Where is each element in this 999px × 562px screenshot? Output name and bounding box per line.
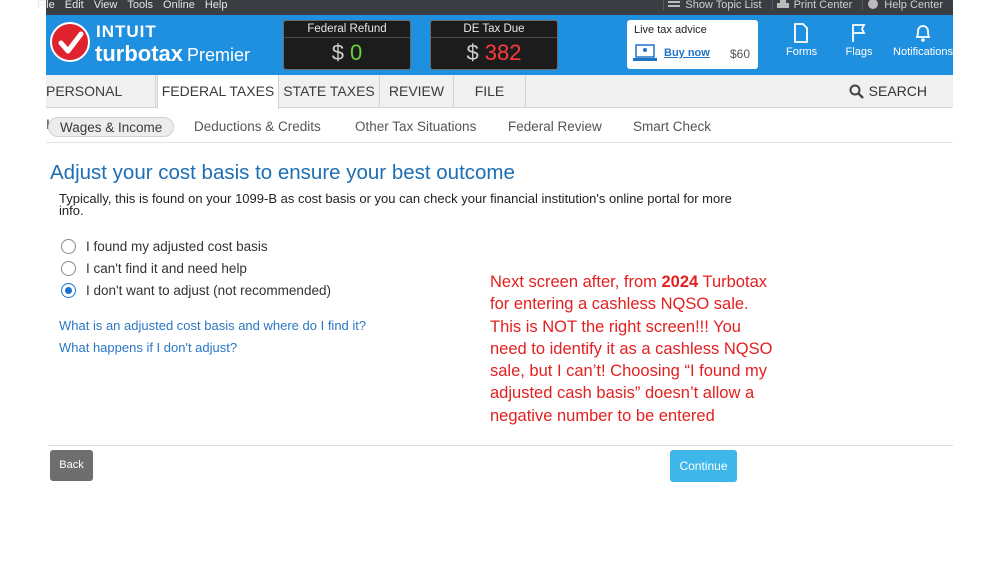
advice-price: $60 <box>729 47 750 61</box>
state-currency: $ <box>466 40 479 65</box>
turbotax-name: turbotax <box>95 41 183 66</box>
tab-file[interactable]: FILE <box>454 75 526 108</box>
federal-refund-meter[interactable]: Federal Refund $0 <box>283 20 411 70</box>
help-center-button[interactable]: Help Center <box>862 0 953 11</box>
main-nav: PERSONAL INFO FEDERAL TAXES STATE TAXES … <box>46 75 953 132</box>
laptop-icon <box>633 44 657 61</box>
link-what-happens[interactable]: What happens if I don't adjust? <box>59 340 237 355</box>
menu-file[interactable]: File <box>37 0 55 11</box>
menu-view[interactable]: View <box>94 0 118 11</box>
option-dont-adjust-label: I don't want to adjust (not recommended) <box>86 283 331 298</box>
option-dont-adjust[interactable]: I don't want to adjust (not recommended) <box>61 283 331 298</box>
printer-icon <box>776 0 789 8</box>
menu-edit[interactable]: Edit <box>65 0 84 11</box>
option-cant-find-label: I can't find it and need help <box>86 261 247 276</box>
annotation-text: Turbotax for entering a cashless NQSO sa… <box>490 273 773 425</box>
link-what-is-adjusted-basis[interactable]: What is an adjusted cost basis and where… <box>59 318 366 333</box>
bell-icon <box>915 25 931 42</box>
menu-tools[interactable]: Tools <box>127 0 153 11</box>
back-button[interactable]: Back <box>50 450 93 481</box>
subtab-wages-income[interactable]: Wages & Income <box>48 117 175 137</box>
forms-button[interactable]: Forms <box>786 23 818 58</box>
option-found-basis[interactable]: I found my adjusted cost basis <box>61 239 268 254</box>
page-title: Adjust your cost basis to ensure your be… <box>50 161 515 184</box>
notifications-label: Notifications <box>893 46 953 58</box>
subtab-other-tax-situations[interactable]: Other Tax Situations <box>355 117 476 137</box>
option-found-basis-label: I found my adjusted cost basis <box>86 239 268 254</box>
toolbar-links: Show Topic List Print Center Help Center <box>663 0 953 11</box>
buy-now-link[interactable]: Buy now <box>664 47 710 59</box>
footer-divider <box>48 445 953 446</box>
user-annotation: Next screen after, from 2024 Turbotax fo… <box>490 271 780 427</box>
flags-button[interactable]: Flags <box>844 23 874 58</box>
app-header: INTUIT turbotax Premier Federal Refund $0… <box>46 15 953 75</box>
flags-label: Flags <box>845 46 873 58</box>
checkmark-icon <box>58 31 84 54</box>
tab-personal-info[interactable]: PERSONAL INFO <box>46 75 156 132</box>
state-tax-due-value: 382 <box>484 40 522 65</box>
print-center-label: Print Center <box>793 0 853 11</box>
show-topic-list-button[interactable]: Show Topic List <box>663 0 771 11</box>
search-label: SEARCH <box>868 83 927 99</box>
federal-refund-amount: $0 <box>284 38 410 68</box>
live-tax-advice-panel: Live tax advice Buy now $60 <box>627 20 758 69</box>
live-tax-advice-title: Live tax advice <box>634 24 707 36</box>
print-center-button[interactable]: Print Center <box>771 0 863 11</box>
intuit-wordmark: INTUIT <box>96 22 157 41</box>
federal-refund-value: 0 <box>350 40 363 65</box>
menu-bar: File Edit View Tools Online Help Show To… <box>37 0 953 15</box>
subtab-federal-review[interactable]: Federal Review <box>508 117 602 137</box>
help-icon <box>868 0 879 9</box>
federal-currency: $ <box>331 40 344 65</box>
annotation-year: 2024 <box>661 273 699 291</box>
menu-online[interactable]: Online <box>163 0 195 11</box>
radio-dont-adjust[interactable] <box>61 283 76 298</box>
edition-name: Premier <box>187 45 251 65</box>
show-topic-list-label: Show Topic List <box>685 0 762 11</box>
state-tax-due-amount: $382 <box>431 38 557 68</box>
annotation-prefix: Next screen after, from <box>490 273 662 291</box>
turbotax-logo <box>50 22 90 62</box>
radio-found-basis[interactable] <box>61 239 76 254</box>
state-tax-due-meter[interactable]: DE Tax Due $382 <box>430 20 558 70</box>
search-button[interactable]: SEARCH <box>849 75 927 108</box>
subtab-deductions-credits[interactable]: Deductions & Credits <box>194 117 321 137</box>
forms-label: Forms <box>786 46 818 58</box>
federal-refund-label: Federal Refund <box>284 21 410 38</box>
list-icon <box>668 1 681 7</box>
continue-button[interactable]: Continue <box>670 450 737 482</box>
document-icon <box>794 23 808 43</box>
help-center-label: Help Center <box>884 0 943 11</box>
page-description: Typically, this is found on your 1099-B … <box>59 191 732 218</box>
radio-cant-find[interactable] <box>61 261 76 276</box>
sub-nav: Wages & Income Deductions & Credits Othe… <box>46 109 953 143</box>
tab-state-taxes[interactable]: STATE TAXES <box>279 75 380 108</box>
search-icon <box>849 84 864 99</box>
menu-help[interactable]: Help <box>205 0 228 11</box>
app-menu: File Edit View Tools Online Help <box>37 0 228 11</box>
option-cant-find[interactable]: I can't find it and need help <box>61 261 247 276</box>
flag-icon <box>852 24 866 42</box>
notifications-button[interactable]: Notifications <box>891 23 955 58</box>
tab-federal-taxes[interactable]: FEDERAL TAXES <box>157 75 279 109</box>
tab-review[interactable]: REVIEW <box>380 75 454 108</box>
turbotax-wordmark: turbotax Premier <box>95 41 250 67</box>
state-tax-due-label: DE Tax Due <box>431 21 557 38</box>
subtab-smart-check[interactable]: Smart Check <box>633 117 711 137</box>
